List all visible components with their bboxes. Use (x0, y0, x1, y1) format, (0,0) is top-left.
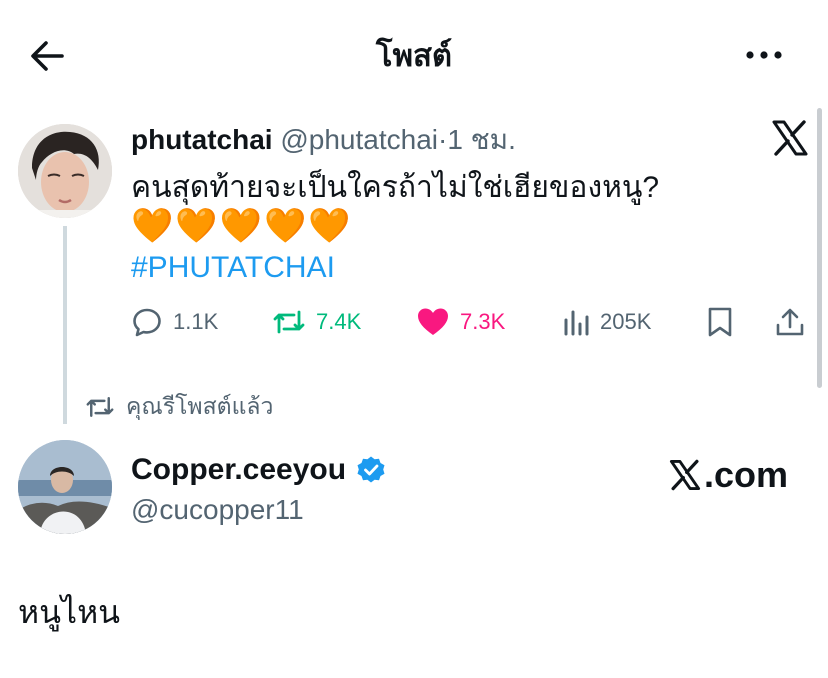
more-button[interactable] (742, 40, 786, 70)
repost-notice-label: คุณรีโพสต์แล้ว (126, 393, 274, 419)
repost-small-icon (86, 397, 114, 417)
heart-emojis: 🧡🧡🧡🧡🧡 (131, 207, 353, 245)
repost-notice: คุณรีโพสต์แล้ว (84, 390, 273, 424)
share-icon (776, 308, 804, 336)
reply-icon (133, 308, 161, 337)
tweet-text: คนสุดท้ายจะเป็นใครถ้าไม่ใช่เฮียของหนู? (131, 171, 660, 204)
views-button[interactable]: 205K (562, 302, 651, 342)
x-logo-icon (669, 459, 701, 491)
author-name[interactable]: phutatchai (131, 124, 273, 155)
x-com-watermark: .com (668, 452, 788, 498)
separator: · (437, 124, 448, 155)
x-logo (770, 118, 810, 158)
repost-button[interactable]: 7.4K (272, 302, 361, 342)
more-icon (746, 51, 782, 59)
account-name-row: Copper.ceeyou (131, 450, 386, 490)
x-com-label: .com (704, 454, 789, 495)
avatar[interactable] (18, 124, 112, 218)
reply-button[interactable]: 1.1K (131, 302, 218, 342)
hashtag-link[interactable]: #PHUTATCHAI (131, 248, 335, 288)
repost-icon (273, 310, 305, 334)
bookmark-button[interactable] (706, 302, 734, 342)
tweet-header: phutatchai @phutatchai·1 ชม. (131, 122, 516, 158)
avatar-image (18, 124, 112, 218)
like-icon (418, 308, 448, 335)
x-logo-icon (772, 120, 808, 156)
account-name[interactable]: Copper.ceeyou (131, 453, 346, 487)
top-bar: โพสต์ (0, 0, 828, 108)
page-title: โพสต์ (375, 38, 453, 73)
repost-count: 7.4K (316, 309, 362, 334)
views-icon (564, 310, 589, 336)
like-count: 7.3K (460, 309, 506, 334)
author-handle[interactable]: @phutatchai (280, 124, 438, 155)
avatar-image (18, 440, 112, 534)
scrollbar[interactable] (817, 108, 822, 388)
like-button[interactable]: 7.3K (416, 302, 505, 342)
account-handle[interactable]: @cucopper11 (131, 492, 304, 528)
avatar[interactable] (18, 440, 112, 534)
timestamp[interactable]: 1 ชม. (447, 124, 516, 155)
thread-line (63, 226, 67, 424)
reply-text: หนูไหน (18, 594, 121, 630)
views-count: 205K (600, 309, 652, 334)
share-button[interactable] (774, 302, 806, 342)
verified-badge-icon (357, 456, 385, 483)
bookmark-icon (708, 307, 732, 337)
reply-count: 1.1K (173, 309, 219, 334)
